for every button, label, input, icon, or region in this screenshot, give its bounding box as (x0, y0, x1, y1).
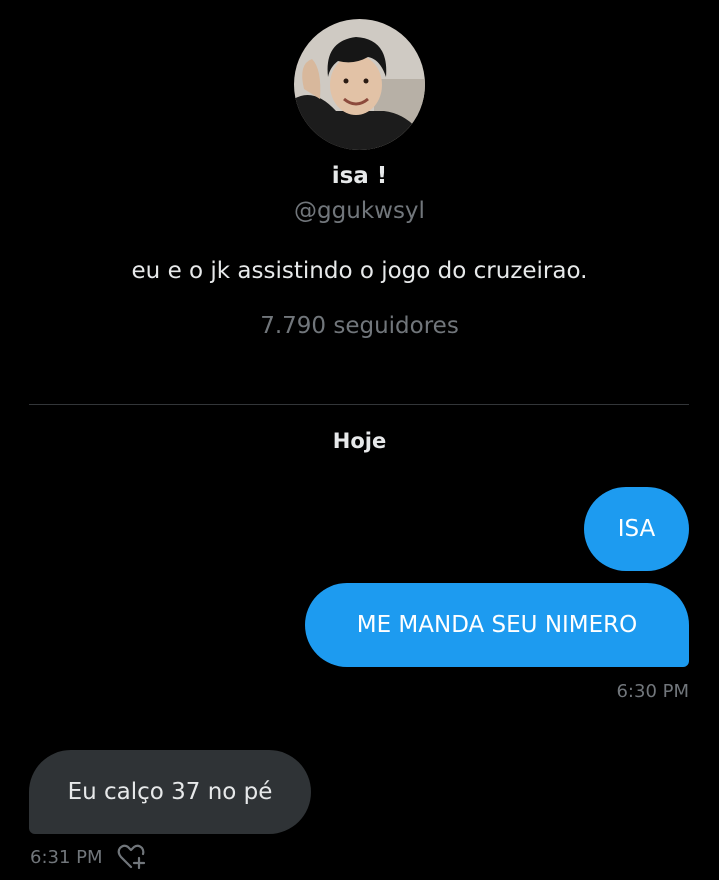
heart-plus-icon (117, 844, 146, 870)
divider (29, 404, 689, 405)
avatar[interactable] (294, 19, 425, 150)
date-separator: Hoje (332, 429, 387, 453)
message-bubble-sent[interactable]: ME MANDA SEU NIMERO (305, 583, 689, 667)
add-reaction-button[interactable] (117, 843, 147, 871)
followers-count[interactable]: 7.790 seguidores (0, 313, 719, 339)
profile-name[interactable]: isa ! (0, 163, 719, 189)
profile-bio: eu e o jk assistindo o jogo do cruzeirao… (131, 258, 588, 284)
message-timestamp: 6:31 PM (30, 847, 103, 868)
avatar-photo (294, 19, 425, 150)
message-text: ME MANDA SEU NIMERO (356, 611, 638, 638)
profile-handle[interactable]: @ggukwsyl (0, 198, 719, 224)
message-text: Eu calço 37 no pé (67, 778, 273, 805)
message-timestamp: 6:30 PM (616, 681, 689, 702)
message-text: ISA (617, 515, 656, 542)
message-bubble-received[interactable]: Eu calço 37 no pé (29, 750, 311, 834)
message-bubble-sent[interactable]: ISA (584, 487, 689, 571)
